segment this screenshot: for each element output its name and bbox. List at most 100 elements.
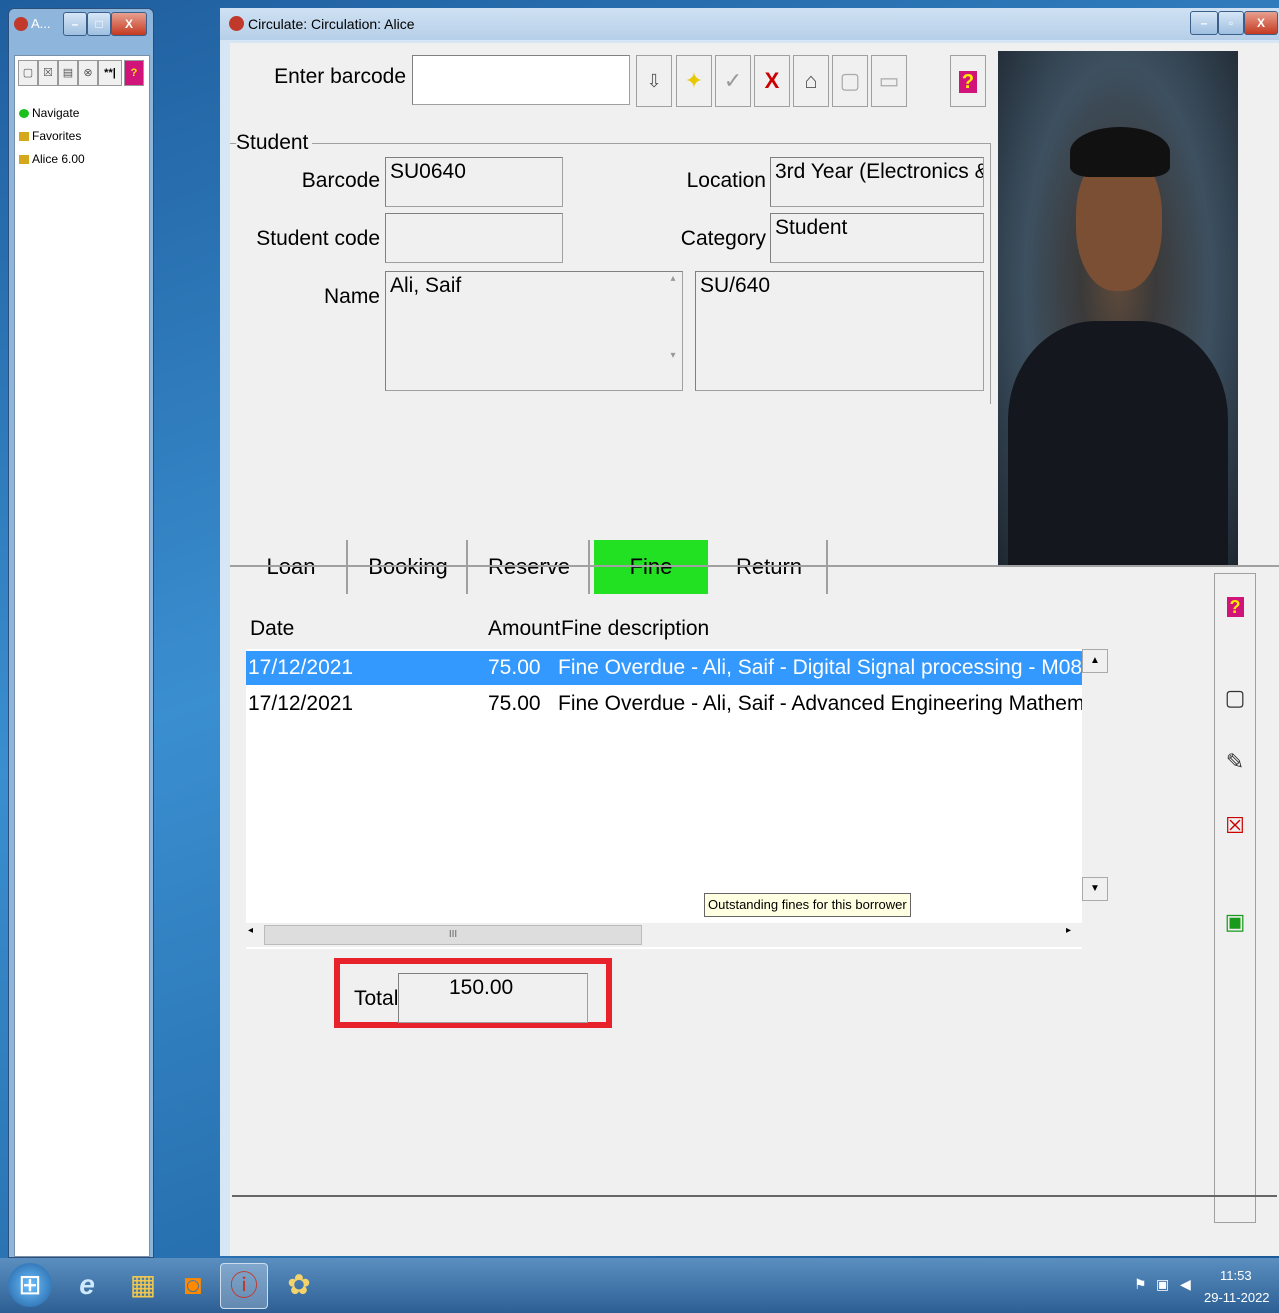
new-doc-icon[interactable]: ▢ [832, 55, 868, 107]
last-record-button[interactable]: **| [98, 60, 122, 86]
student-code-label: Student code [256, 227, 380, 250]
person-search-icon[interactable]: ✦ [676, 55, 712, 107]
new-icon[interactable]: ▢ [18, 60, 38, 86]
scroll-left-icon[interactable]: ◂ [248, 925, 253, 936]
internet-explorer-icon[interactable]: e [64, 1263, 110, 1307]
total-field: 150.00 [398, 973, 588, 1023]
tooltip: Outstanding fines for this borrower [704, 893, 911, 917]
tree-item-navigate[interactable]: Navigate [19, 104, 79, 122]
left-window-titlebar: A... – □ X [9, 9, 153, 41]
scroll-right-icon[interactable]: ▸ [1066, 925, 1071, 936]
left-window-title: A... [31, 16, 51, 31]
scan-icon[interactable]: ⇩ [636, 55, 672, 107]
delete-doc-icon[interactable]: ☒ [1215, 798, 1255, 854]
left-maximize-button[interactable]: □ [87, 12, 111, 36]
description-column-header: Fine description [561, 617, 710, 640]
main-content: Enter barcode ⇩ ✦ ✓ X ⌂ ▢ ▭ ? Student Ba… [230, 43, 1279, 1256]
help-icon[interactable]: ? [1215, 578, 1255, 634]
row-description: Fine Overdue - Ali, Saif - Digital Signa… [558, 656, 1082, 679]
barcode-entry-label: Enter barcode [274, 65, 406, 88]
eraser-icon[interactable]: ▭ [871, 55, 907, 107]
barcode-label: Barcode [301, 169, 380, 192]
open-folder-icon[interactable]: ⌂ [793, 55, 829, 107]
tray-flag-icon[interactable]: ⚑ [1134, 1276, 1147, 1293]
open-icon[interactable]: ▤ [58, 60, 78, 86]
edit-doc-icon[interactable]: ✎ [1215, 734, 1255, 790]
tray-volume-icon[interactable]: ◀ [1180, 1276, 1191, 1293]
hscroll-thumb[interactable]: III [264, 925, 642, 945]
help-icon[interactable]: ? [124, 60, 144, 86]
tree-item-favorites[interactable]: Favorites [19, 127, 81, 145]
clock-date[interactable]: 29-11-2022 [1204, 1290, 1270, 1305]
app-logo-icon [14, 17, 28, 31]
right-toolbar: ? ▢ ✎ ☒ ▣ [1214, 573, 1256, 1223]
tab-return[interactable]: Return [712, 540, 828, 594]
clock-time[interactable]: 11:53 [1220, 1268, 1252, 1283]
pay-icon[interactable]: ▣ [1215, 894, 1255, 950]
amount-column-header: Amount [488, 617, 561, 640]
fine-list-vscroll[interactable]: ▲ ▼ [1082, 649, 1108, 901]
maximize-button[interactable]: ▫ [1218, 11, 1244, 35]
close-button[interactable]: X [1244, 11, 1278, 35]
category-label: Category [680, 227, 766, 250]
tab-divider [230, 565, 1279, 567]
fine-list-hscroll[interactable]: ◂ III ▸ [246, 923, 1082, 947]
media-player-icon[interactable]: ◙ [170, 1263, 216, 1307]
row-description: Fine Overdue - Ali, Saif - Advanced Engi… [558, 692, 1082, 715]
main-window: Circulate: Circulation: Alice – ▫ X Ente… [220, 8, 1279, 1256]
name-label: Name [323, 285, 380, 308]
green-circle-icon [19, 109, 29, 118]
scroll-down-icon[interactable]: ▼ [1082, 877, 1108, 901]
category-field[interactable]: Student [770, 213, 984, 263]
main-window-title: Circulate: Circulation: Alice [248, 16, 415, 32]
student-code-field[interactable] [385, 213, 563, 263]
minimize-button[interactable]: – [1190, 11, 1218, 35]
bottom-divider [232, 1195, 1277, 1197]
file-explorer-icon[interactable]: ▦ [120, 1263, 166, 1307]
main-window-titlebar: Circulate: Circulation: Alice – ▫ X [220, 8, 1279, 40]
fine-list[interactable]: 17/12/2021 75.00 Fine Overdue - Ali, Sai… [246, 649, 1082, 949]
scroll-up-icon[interactable]: ▲ [1082, 649, 1108, 673]
row-date: 17/12/2021 [248, 692, 354, 715]
row-date: 17/12/2021 [248, 656, 354, 679]
table-row[interactable]: 17/12/2021 75.00 Fine Overdue - Ali, Sai… [246, 687, 1082, 721]
tray-network-icon[interactable]: ▣ [1156, 1276, 1169, 1293]
location-field[interactable]: 3rd Year (Electronics & Com [770, 157, 984, 207]
tab-booking[interactable]: Booking [350, 540, 468, 594]
tab-reserve[interactable]: Reserve [470, 540, 590, 594]
photo-shirt [1008, 321, 1228, 567]
cancel-icon[interactable]: ⊗ [78, 60, 98, 86]
student-photo [998, 51, 1238, 567]
help-icon[interactable]: ? [950, 55, 986, 107]
total-label: Total [354, 987, 399, 1010]
row-amount: 75.00 [488, 656, 541, 679]
alice-app-icon[interactable]: ⓘ [220, 1263, 268, 1309]
location-label: Location [686, 169, 766, 192]
edit-icon[interactable]: ☒ [38, 60, 58, 86]
start-button[interactable]: ⊞ [8, 1263, 52, 1307]
left-window: A... – □ X ▢ ☒ ▤ ⊗ **| ? Navigate Favori… [8, 8, 154, 1258]
app-logo-icon [229, 16, 244, 31]
folder-icon [19, 155, 29, 164]
date-column-header: Date [250, 617, 295, 640]
row-amount: 75.00 [488, 692, 541, 715]
photo-hair [1070, 127, 1170, 177]
paint-icon[interactable]: ✿ [276, 1263, 322, 1307]
taskbar: ⊞ e ▦ ◙ ⓘ ✿ ⚑ ▣ ◀ 11:53 29-11-2022 [0, 1258, 1279, 1313]
notes-field[interactable]: SU/640 [695, 271, 984, 391]
barcode-entry-input[interactable] [412, 55, 630, 105]
folder-icon [19, 132, 29, 141]
left-window-body: ▢ ☒ ▤ ⊗ **| ? Navigate Favorites Alice 6… [14, 55, 150, 1257]
new-doc-icon[interactable]: ▢ [1215, 670, 1255, 726]
tab-fine[interactable]: Fine [594, 540, 708, 594]
table-row[interactable]: 17/12/2021 75.00 Fine Overdue - Ali, Sai… [246, 651, 1082, 685]
left-close-button[interactable]: X [111, 12, 147, 36]
tab-loan[interactable]: Loan [236, 540, 348, 594]
name-field[interactable]: Ali, Saif [385, 271, 683, 391]
left-minimize-button[interactable]: – [63, 12, 87, 36]
cancel-x-icon[interactable]: X [754, 55, 790, 107]
checkmark-icon[interactable]: ✓ [715, 55, 751, 107]
tree-item-alice[interactable]: Alice 6.00 [19, 150, 85, 168]
name-scrollbar[interactable]: ▴ ▾ [666, 273, 680, 389]
barcode-field[interactable]: SU0640 [385, 157, 563, 207]
